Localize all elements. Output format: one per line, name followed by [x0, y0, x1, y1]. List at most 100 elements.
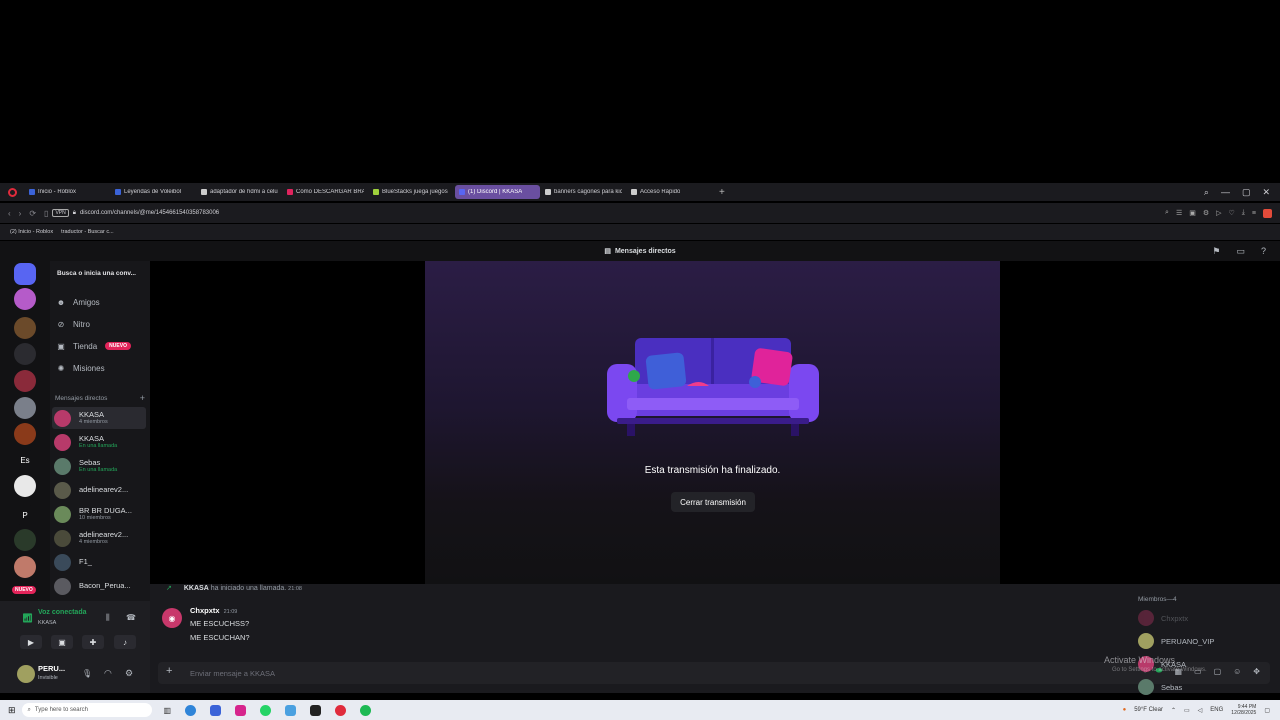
mic-icon[interactable]: 🎙︎: [82, 669, 92, 678]
close-stream-button[interactable]: Cerrar transmisión: [671, 492, 755, 512]
dm-item[interactable]: adelinearev2... 4 miembros: [52, 527, 146, 549]
notifications-icon[interactable]: ▢: [1264, 707, 1270, 714]
dm-item[interactable]: KKASA En una llamada: [52, 431, 146, 453]
roblox-icon[interactable]: [210, 704, 222, 716]
browser-tab[interactable]: adaptador de hdmi a celu: [197, 185, 282, 199]
capcut-icon[interactable]: [310, 704, 322, 716]
search-conversation-button[interactable]: Busca o inicia una conv...: [54, 265, 146, 281]
bookmark-item[interactable]: (2) Inicio - Roblox: [10, 229, 53, 235]
activities-button[interactable]: ✚: [82, 635, 104, 649]
voice-status[interactable]: Voz conectada: [38, 609, 87, 616]
avatar[interactable]: [17, 665, 35, 683]
close-window-button[interactable]: ✕: [1262, 187, 1270, 198]
nav-item-nitro[interactable]: ⊘ Nitro: [56, 316, 146, 332]
nav-item-quests[interactable]: ✺ Misiones: [56, 360, 146, 376]
dm-item[interactable]: KKASA 4 miembros: [52, 407, 146, 429]
opera-logo-icon[interactable]: [8, 187, 17, 197]
browser-tab[interactable]: Leyendas de Voleibol: [111, 185, 196, 199]
message-input[interactable]: [190, 666, 890, 680]
member-item[interactable]: Chxpxtx: [1138, 609, 1188, 627]
server-icon[interactable]: [14, 343, 36, 365]
search-tabs-icon[interactable]: ⌕: [1204, 187, 1209, 198]
server-icon[interactable]: [14, 288, 36, 310]
settings-gear-icon[interactable]: ⚙: [125, 668, 133, 679]
minimize-button[interactable]: —: [1221, 187, 1230, 197]
system-message-user[interactable]: KKASA: [184, 585, 209, 592]
member-item[interactable]: PERUANO_VIP: [1138, 632, 1214, 650]
add-attachment-icon[interactable]: +: [166, 665, 172, 677]
voice-channel[interactable]: KKASA: [38, 620, 56, 626]
dm-item[interactable]: Bacon_Perua...: [52, 575, 146, 597]
vpn-badge[interactable]: VPN: [52, 209, 69, 217]
member-item[interactable]: Sebas: [1138, 678, 1182, 696]
headphones-icon[interactable]: ◠: [104, 668, 112, 679]
new-tab-button[interactable]: +: [719, 187, 725, 198]
back-button[interactable]: ‹: [8, 209, 11, 218]
inbox-icon[interactable]: ▭: [1236, 246, 1245, 257]
server-icon[interactable]: [14, 423, 36, 445]
chevron-up-icon[interactable]: ⌃: [1171, 707, 1176, 714]
browser-tab[interactable]: Inicio - Roblox: [25, 185, 110, 199]
camera-icon[interactable]: ▣: [1189, 209, 1196, 217]
server-icon[interactable]: [14, 317, 36, 339]
taskbar-search[interactable]: ⌕ Type here to search: [21, 703, 152, 717]
menu-icon[interactable]: ≡: [1252, 210, 1256, 217]
nav-item-friends[interactable]: ☻ Amigos: [56, 294, 146, 310]
reader-icon[interactable]: ☰: [1176, 209, 1182, 217]
maximize-button[interactable]: ▢: [1242, 187, 1251, 198]
noise-suppression-icon[interactable]: ⫼: [106, 613, 110, 623]
play-icon[interactable]: ▷: [1216, 209, 1221, 217]
spotify-icon[interactable]: [360, 704, 372, 716]
dm-item[interactable]: BR BR DUGA... 10 miembros: [52, 503, 146, 525]
server-icon[interactable]: Es: [14, 449, 36, 471]
whatsapp-icon[interactable]: [260, 704, 272, 716]
message-avatar[interactable]: ◉: [162, 608, 182, 628]
server-icon[interactable]: [14, 475, 36, 497]
message-author-name[interactable]: Chxpxtx: [190, 606, 220, 615]
settings-icon[interactable]: ⚙: [1203, 209, 1209, 217]
reload-button[interactable]: ⟳: [29, 209, 36, 218]
extension-icon[interactable]: [1263, 208, 1272, 218]
bookmark-item[interactable]: traductor - Buscar c...: [61, 229, 114, 235]
forward-button[interactable]: ›: [19, 209, 22, 218]
nav-item-shop[interactable]: ▣ Tienda NUEVO: [56, 338, 146, 354]
browser-tab[interactable]: Acceso Rápido: [627, 185, 712, 199]
task-view-icon[interactable]: ▥: [164, 706, 172, 715]
server-icon[interactable]: [14, 529, 36, 551]
user-name[interactable]: PERU...: [38, 664, 65, 673]
clock[interactable]: 9:44 PM 12/28/2025: [1231, 704, 1256, 716]
search-icon[interactable]: ⌕: [1165, 209, 1169, 217]
network-icon[interactable]: ▭: [1184, 707, 1190, 714]
dm-item[interactable]: Sebas En una llamada: [52, 455, 146, 477]
screen-share-button[interactable]: ▣: [51, 635, 73, 649]
dm-item[interactable]: adelinearev2...: [52, 479, 146, 501]
soundboard-button[interactable]: ♪: [114, 635, 136, 649]
weather-text[interactable]: 59°F Clear: [1134, 707, 1163, 713]
server-icon[interactable]: [14, 556, 36, 578]
browser-tab[interactable]: Cómo DESCARGAR BRAW: [283, 185, 368, 199]
server-icon[interactable]: [14, 397, 36, 419]
edge-icon[interactable]: [185, 704, 197, 716]
add-dm-button[interactable]: +: [140, 394, 145, 403]
opera-icon[interactable]: [335, 704, 347, 716]
lang-indicator[interactable]: ENG: [1210, 707, 1223, 713]
server-icon[interactable]: P: [14, 504, 36, 526]
browser-tab[interactable]: (1) Discord | KKASA: [455, 185, 540, 199]
message-author[interactable]: Chxpxtx 21:09: [190, 606, 237, 615]
volume-icon[interactable]: ◁: [1198, 707, 1203, 714]
browser-tab[interactable]: BlueStacks juega juegos: [369, 185, 454, 199]
disconnect-icon[interactable]: ☎: [126, 613, 136, 622]
heart-icon[interactable]: ♡: [1229, 209, 1235, 217]
download-icon[interactable]: ⤓: [1242, 209, 1245, 217]
instagram-icon[interactable]: [235, 704, 247, 716]
security-icon[interactable]: ▯: [44, 209, 48, 218]
files-icon[interactable]: [285, 704, 297, 716]
dm-item[interactable]: F1_: [52, 551, 146, 573]
server-icon[interactable]: [14, 370, 36, 392]
help-icon[interactable]: ?: [1261, 246, 1266, 256]
discord-home-icon[interactable]: [14, 263, 36, 285]
windows-start-icon[interactable]: ⊞: [8, 705, 16, 716]
flag-icon[interactable]: ⚑: [1212, 246, 1220, 257]
camera-button[interactable]: ▶: [20, 635, 42, 649]
browser-tab[interactable]: banners cagones para kick: [541, 185, 626, 199]
